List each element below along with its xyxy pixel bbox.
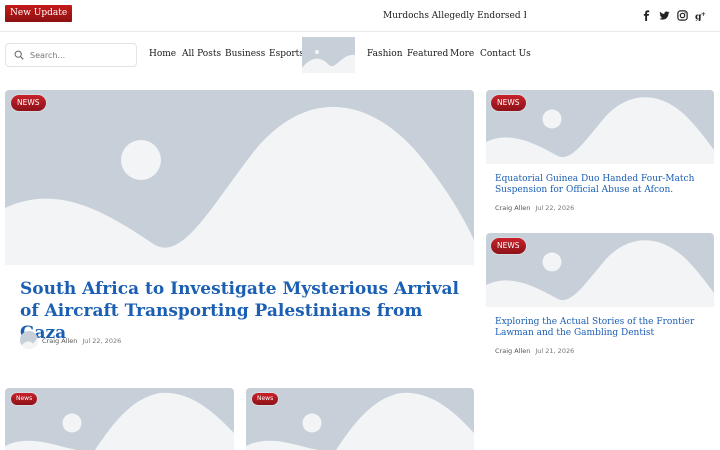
twitter-icon[interactable] (658, 9, 670, 21)
nav-business[interactable]: Business (225, 49, 265, 59)
image-placeholder-icon (246, 392, 474, 450)
bottom-post-2-badge[interactable]: News (252, 393, 279, 405)
site-logo[interactable] (302, 37, 355, 73)
image-placeholder-icon (5, 392, 234, 450)
nav-fashion[interactable]: Fashion (367, 49, 403, 59)
hero-image[interactable] (5, 90, 474, 265)
hero-title[interactable]: South Africa to Investigate Mysterious A… (20, 278, 460, 344)
side-post-1-date: Jul 22, 2026 (535, 204, 575, 212)
side-post-1-author[interactable]: Craig Allen (495, 204, 530, 212)
nav-more[interactable]: More (450, 49, 474, 59)
hero-meta: Craig Allen Jul 22, 2026 (42, 337, 121, 345)
bottom-post-1-badge[interactable]: News (11, 393, 38, 405)
svg-text:+: + (700, 11, 705, 18)
nav-esports[interactable]: Esports (269, 49, 304, 59)
facebook-icon[interactable] (640, 9, 652, 21)
author-avatar[interactable] (20, 331, 38, 349)
hero-date: Jul 22, 2026 (82, 337, 122, 345)
image-placeholder-icon (5, 106, 474, 265)
nav-all-posts[interactable]: All Posts (182, 49, 221, 59)
nav-home[interactable]: Home (149, 49, 176, 59)
side-post-2-author[interactable]: Craig Allen (495, 347, 530, 355)
nav-featured[interactable]: Featured (407, 49, 448, 59)
instagram-icon[interactable] (676, 9, 688, 21)
side-post-1-meta: Craig Allen Jul 22, 2026 (495, 204, 574, 212)
google-plus-icon[interactable]: g + (694, 9, 706, 21)
side-post-1-title[interactable]: Equatorial Guinea Duo Handed Four-Match … (495, 174, 700, 196)
nav-contact-us[interactable]: Contact Us (480, 49, 531, 59)
bottom-post-2-image[interactable] (246, 388, 474, 450)
search-input[interactable] (30, 47, 130, 63)
side-post-2-badge[interactable]: NEWS (491, 238, 526, 254)
new-update-badge: New Update (5, 5, 73, 22)
hero-author[interactable]: Craig Allen (42, 337, 77, 345)
top-bar: New Update Murdochs Allegedly Endorsed F… (0, 0, 720, 32)
bottom-post-1-image[interactable] (5, 388, 234, 450)
side-post-2-date: Jul 21, 2026 (535, 347, 575, 355)
logo-placeholder-icon (302, 50, 355, 73)
news-ticker[interactable]: Murdochs Allegedly Endorsed Fox News (383, 11, 526, 25)
search-icon (14, 50, 24, 60)
hero-category-badge[interactable]: NEWS (11, 95, 46, 111)
side-post-1-badge[interactable]: NEWS (491, 95, 526, 111)
search-box[interactable] (5, 43, 137, 67)
side-post-2-meta: Craig Allen Jul 21, 2026 (495, 347, 574, 355)
side-post-2-title[interactable]: Exploring the Actual Stories of the Fron… (495, 317, 700, 339)
